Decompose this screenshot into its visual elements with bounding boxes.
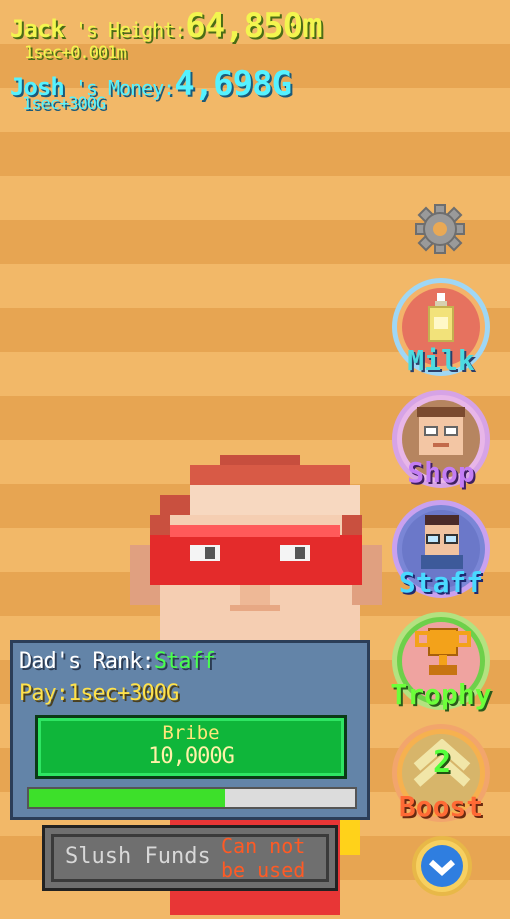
money-rate-text: 1sec+300G [22,94,106,114]
pay-text: Pay:1sec+300G [19,681,179,706]
gear-icon [415,204,465,254]
settings-button[interactable] [414,203,466,255]
trophy-button[interactable]: Trophy [390,612,492,711]
slush-warning-line1: Can not [221,834,306,858]
money-rate: 1sec+300G [22,94,106,114]
slush-funds-warning: Can not be used [221,834,305,882]
collapse-menu-button[interactable] [412,836,472,896]
height-value: 64,850m [185,6,322,46]
height-rate: 1sec+0.001m [24,43,127,63]
staff-button[interactable]: Staff [392,500,490,599]
milk-button[interactable]: Milk [392,278,490,377]
shopkeeper-icon [417,407,465,455]
shop-label: Shop [407,456,475,489]
bribe-button[interactable]: Bribe 10,000G [35,715,347,779]
money-value: 4,698G [174,64,292,104]
trophy-label: Trophy [390,678,492,711]
boost-button[interactable]: 2 Boost [392,724,490,823]
bribe-cost: 10,000G [148,744,235,769]
trophy-icon [415,628,471,675]
rank-value: Staff [153,649,216,674]
boost-label: Boost [398,790,484,823]
check-chevron-icon [428,859,456,877]
staff-man-icon [421,515,463,569]
status-panel: Dad's Rank:Staff Pay:1sec+300G Bribe 10,… [10,640,370,820]
bribe-label: Bribe [162,722,220,744]
bribe-progress-bar [27,787,357,809]
height-line: Jack 's Height:64,850m [10,6,323,46]
slush-funds-button[interactable]: Slush Funds Can not be used [42,825,338,891]
milk-label: Milk [407,344,475,377]
bribe-progress-fill [29,789,225,807]
height-name: Jack [10,15,65,43]
slush-funds-label: Slush Funds [65,844,211,869]
milk-bottle-icon [428,293,454,342]
boost-count: 2 [433,745,452,780]
height-rate-text: 1sec+0.001m [24,43,127,63]
slush-warning-line2: be used [221,858,306,882]
shop-button[interactable]: Shop [392,390,490,489]
rank-label: Dad's Rank: [19,649,155,674]
height-label: 's Height: [63,18,186,42]
rank-line: Dad's Rank:Staff [19,649,216,674]
staff-label: Staff [398,566,484,599]
